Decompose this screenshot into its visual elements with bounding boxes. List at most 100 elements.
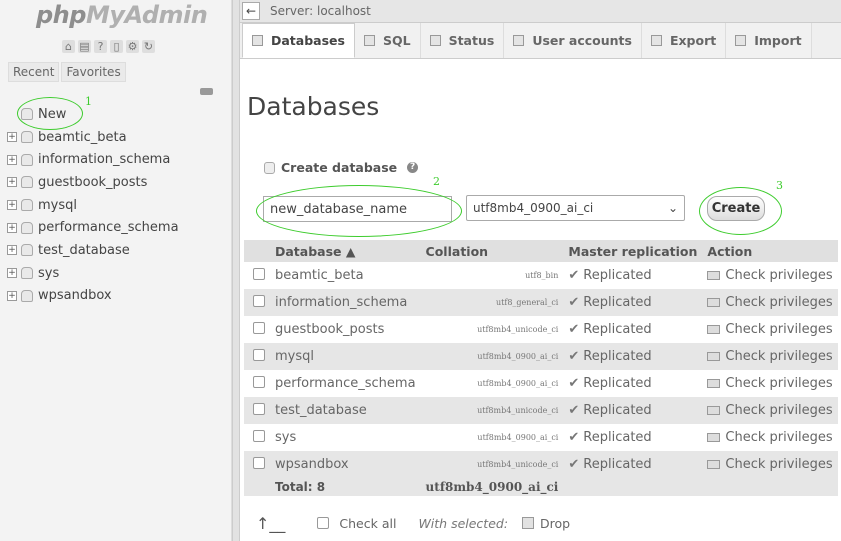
collapse-all-icon[interactable] [200,88,213,95]
tab-status[interactable]: Status [420,23,505,58]
replication-status: Replicated [583,322,652,337]
collation-cell: utf8mb4_unicode_ci [420,316,564,343]
collation-cell: utf8mb4_0900_ai_ci [420,343,564,370]
database-name-link[interactable]: guestbook_posts [270,316,421,343]
check-privileges-link[interactable]: Check privileges [702,343,838,370]
row-checkbox[interactable] [253,429,265,442]
tab-databases[interactable]: Databases [242,23,355,58]
back-arrow-icon[interactable]: ← [242,2,260,20]
help-icon[interactable]: ? [94,40,107,53]
collation-cell: utf8mb4_unicode_ci [420,451,564,478]
row-checkbox[interactable] [253,375,265,388]
expand-icon[interactable]: + [7,177,17,188]
tree-item-database[interactable]: + guestbook_posts [0,171,230,194]
expand-icon[interactable]: + [7,154,17,165]
check-privileges-link[interactable]: Check privileges [702,424,838,451]
check-privileges-link[interactable]: Check privileges [702,451,838,478]
row-checkbox[interactable] [253,294,265,307]
row-checkbox[interactable] [253,321,265,334]
database-name-link[interactable]: sys [270,424,421,451]
database-name-link[interactable]: mysql [270,343,421,370]
server-breadcrumb[interactable]: Server: localhost [270,4,371,18]
settings-icon[interactable]: ⚙ [126,40,139,53]
tree-item-database[interactable]: + test_database [0,239,230,262]
check-privileges-link[interactable]: Check privileges [702,316,838,343]
checkmark-icon: ✔ [568,457,580,472]
tab-sql[interactable]: SQL [354,23,421,58]
tree-item-database[interactable]: + sys [0,262,230,285]
tab-export[interactable]: Export [641,23,727,58]
expand-icon[interactable]: + [7,245,17,256]
expand-icon[interactable]: + [7,268,17,279]
table-row: wpsandbox utf8mb4_unicode_ci ✔ Replicated Ch… [244,451,838,478]
privileges-icon [707,352,721,361]
table-row: performance_schema utf8mb4_0900_ai_ci ✔ Rep… [244,370,838,397]
quick-links: ⌂ ▤ ? ▯ ⚙ ↻ [62,40,155,53]
expand-icon[interactable]: + [7,132,17,143]
row-checkbox[interactable] [253,348,265,361]
table-row: beamtic_beta utf8_bin ✔ Replicated Check pri… [244,262,838,289]
tree-item-database[interactable]: + beamtic_beta [0,126,230,149]
table-row: information_schema utf8_general_ci ✔ Replic… [244,289,838,316]
database-icon [21,199,33,212]
expand-icon[interactable]: + [7,222,17,233]
phpmyadmin-logo[interactable]: phpMyAdmin [36,1,208,29]
drop-button[interactable]: Drop [522,516,570,531]
database-name-link[interactable]: beamtic_beta [270,262,421,289]
total-label: Total: 8 [270,478,421,496]
replication-status: Replicated [583,376,652,391]
home-icon[interactable]: ⌂ [62,40,75,53]
tab-user-accounts[interactable]: User accounts [504,23,642,58]
total-collation: utf8mb4_0900_ai_ci [420,478,564,496]
privileges-icon [707,325,721,334]
collation-cell: utf8mb4_unicode_ci [420,397,564,424]
replication-status: Replicated [583,430,652,445]
collation-select[interactable]: utf8mb4_0900_ai_ci ⌄ [466,195,685,221]
docs-icon[interactable]: ▯ [110,40,123,53]
recent-tab[interactable]: Recent [8,62,60,82]
check-privileges-link[interactable]: Check privileges [702,289,838,316]
tree-item-label: performance_schema [38,220,179,236]
check-all-checkbox[interactable] [317,517,330,529]
reload-icon[interactable]: ↻ [142,40,155,53]
tree-item-label: test_database [38,242,130,258]
panel-splitter[interactable] [232,0,240,541]
database-name-link[interactable]: performance_schema [270,370,421,397]
tree-item-database[interactable]: + performance_schema [0,216,230,239]
database-name-link[interactable]: wpsandbox [270,451,421,478]
collation-cell: utf8_general_ci [420,289,564,316]
databases-table: Database ▲ Collation Master replication … [244,240,838,496]
database-icon [21,267,33,280]
tree-item-database[interactable]: + information_schema [0,148,230,171]
check-privileges-link[interactable]: Check privileges [702,397,838,424]
expand-icon[interactable]: + [7,290,17,301]
row-checkbox[interactable] [253,456,265,469]
help-icon[interactable]: ? [407,162,419,173]
page-title: Databases [247,92,380,121]
sort-asc-icon: ▲ [345,243,356,259]
row-checkbox[interactable] [253,267,265,280]
database-icon [21,176,33,189]
checkmark-icon: ✔ [568,349,580,364]
favorites-tab[interactable]: Favorites [61,62,126,82]
tree-item-label: wpsandbox [38,288,112,304]
export-icon [650,35,662,46]
checkmark-icon: ✔ [568,295,580,310]
database-name-link[interactable]: test_database [270,397,421,424]
check-privileges-link[interactable]: Check privileges [702,370,838,397]
database-icon [21,131,33,144]
check-privileges-link[interactable]: Check privileges [702,262,838,289]
tab-import[interactable]: Import [726,23,812,58]
row-checkbox[interactable] [253,402,265,415]
privileges-icon [707,271,721,280]
tree-item-database[interactable]: + mysql [0,194,230,217]
logout-icon[interactable]: ▤ [78,40,91,53]
expand-icon[interactable]: + [7,200,17,211]
table-row: test_database utf8mb4_unicode_ci ✔ Replicat… [244,397,838,424]
check-all-label[interactable]: Check all [339,516,396,531]
tree-item-database[interactable]: + wpsandbox [0,285,230,308]
database-name-link[interactable]: information_schema [270,289,421,316]
status-icon [429,35,441,46]
tree-item-label: beamtic_beta [38,129,127,145]
column-header-database[interactable]: Database ▲ [270,240,421,262]
